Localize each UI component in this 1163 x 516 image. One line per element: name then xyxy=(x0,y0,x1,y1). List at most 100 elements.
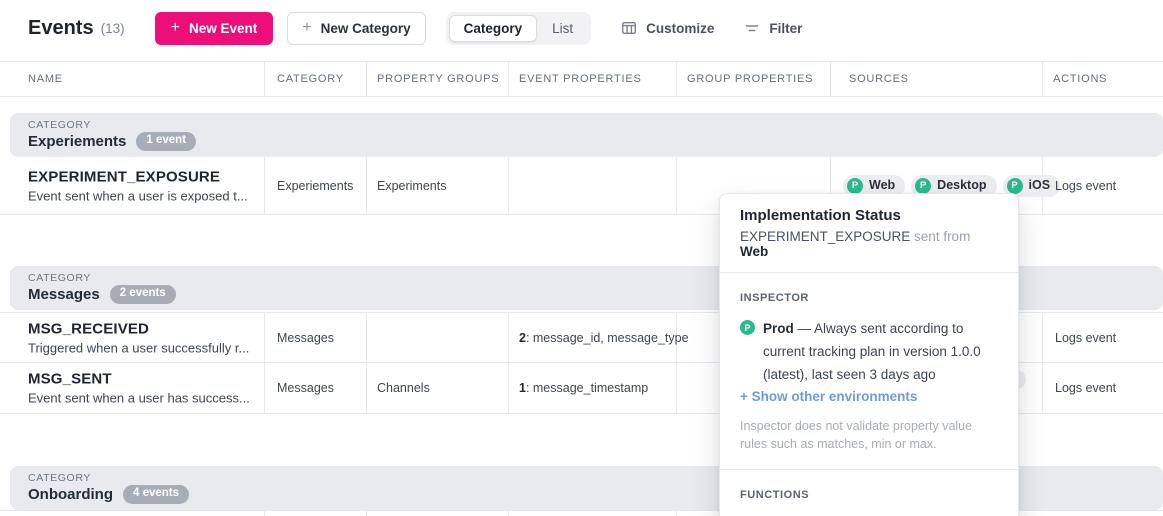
category-cell: Experiements xyxy=(277,179,353,193)
event-name-cell: MSG_RECEIVED Triggered when a user succe… xyxy=(28,320,249,355)
event-name-cell: EXPERIMENT_EXPOSURE Event sent when a us… xyxy=(28,168,248,203)
columns-icon xyxy=(621,20,637,36)
column-header-sources: SOURCES xyxy=(849,73,909,85)
plus-icon: + xyxy=(171,20,180,36)
inspector-section-label: INSPECTOR xyxy=(740,292,998,304)
new-event-label: New Event xyxy=(189,21,257,36)
inspector-status-item: P Prod — Always sent according to curren… xyxy=(740,317,998,386)
category-name: Experiements xyxy=(28,133,126,150)
filter-button[interactable]: Filter xyxy=(744,20,802,36)
event-properties-list: : message_id, message_type xyxy=(526,331,689,345)
category-name: Messages xyxy=(28,286,100,303)
column-divider xyxy=(264,511,265,516)
category-band-experiements: CATEGORY Experiements 1 event xyxy=(10,113,1163,157)
filter-icon xyxy=(744,20,760,36)
popover-subtitle-text: sent from xyxy=(910,229,970,244)
source-label: iOS xyxy=(1029,178,1051,193)
popover-title: Implementation Status xyxy=(740,207,998,224)
event-properties-list: : message_timestamp xyxy=(526,381,648,395)
event-description: Event sent when a user has success... xyxy=(28,391,250,406)
filter-label: Filter xyxy=(769,21,802,36)
column-divider xyxy=(676,157,677,214)
category-name: Onboarding xyxy=(28,486,113,503)
column-divider xyxy=(1042,62,1043,96)
column-divider xyxy=(676,363,677,413)
column-divider xyxy=(264,363,265,413)
column-header-name: NAME xyxy=(28,73,63,85)
events-page: Events (13) + New Event + New Category C… xyxy=(0,0,1163,516)
actions-cell: Logs event xyxy=(1055,381,1116,395)
column-header-group-properties: GROUP PROPERTIES xyxy=(687,73,813,85)
event-description: Triggered when a user successfully r... xyxy=(28,340,249,355)
implementation-status-popover: Implementation Status EXPERIMENT_EXPOSUR… xyxy=(719,193,1019,516)
events-count: (13) xyxy=(101,21,125,36)
column-divider xyxy=(508,62,509,96)
column-header-category: CATEGORY xyxy=(277,73,344,85)
event-name-cell: MSG_SENT Event sent when a user has succ… xyxy=(28,371,250,406)
show-other-environments-link[interactable]: + Show other environments xyxy=(740,389,998,404)
popover-source-name: Web xyxy=(740,244,768,259)
source-label: Web xyxy=(869,178,895,193)
property-groups-cell: Experiments xyxy=(377,179,446,193)
event-count-badge: 1 event xyxy=(136,132,196,151)
event-properties-count: 2 xyxy=(519,331,526,345)
functions-section: FUNCTIONS ? Dev — Not implemented with A… xyxy=(720,470,1018,516)
event-name: MSG_RECEIVED xyxy=(28,320,249,337)
popover-event-name: EXPERIMENT_EXPOSURE xyxy=(740,229,910,244)
tab-list-view[interactable]: List xyxy=(537,15,588,42)
tab-category-view[interactable]: Category xyxy=(449,15,538,42)
column-divider xyxy=(366,157,367,214)
source-label: Desktop xyxy=(937,178,986,193)
event-properties-count: 1 xyxy=(519,381,526,395)
event-properties-cell: 1: message_timestamp xyxy=(519,381,648,395)
plus-icon: + xyxy=(302,20,311,36)
column-divider xyxy=(508,511,509,516)
inspector-note: Inspector does not validate property val… xyxy=(740,417,998,453)
customize-button[interactable]: Customize xyxy=(621,20,714,36)
column-header-property-groups: PROPERTY GROUPS xyxy=(377,73,499,85)
new-category-label: New Category xyxy=(321,21,411,36)
column-divider xyxy=(830,62,831,96)
implementation-status-icon: P xyxy=(915,178,931,194)
event-name: MSG_SENT xyxy=(28,371,250,388)
column-divider xyxy=(264,313,265,362)
category-cell: Messages xyxy=(277,331,334,345)
view-toggle: Category List xyxy=(446,12,592,45)
column-divider xyxy=(676,511,677,516)
page-title: Events xyxy=(28,17,94,40)
actions-cell: Logs event xyxy=(1055,331,1116,345)
event-count-badge: 4 events xyxy=(123,485,189,504)
popover-header: Implementation Status EXPERIMENT_EXPOSUR… xyxy=(720,194,1018,272)
actions-cell: Logs event xyxy=(1055,179,1116,193)
functions-section-label: FUNCTIONS xyxy=(740,489,998,501)
environment-name: Prod xyxy=(763,321,794,336)
event-name: EXPERIMENT_EXPOSURE xyxy=(28,168,248,185)
implementation-status-icon: P xyxy=(847,178,863,194)
popover-subtitle: EXPERIMENT_EXPOSURE sent from Web xyxy=(740,229,998,259)
property-groups-cell: Channels xyxy=(377,381,430,395)
column-divider xyxy=(264,62,265,96)
column-divider xyxy=(508,363,509,413)
column-header-event-properties: EVENT PROPERTIES xyxy=(519,73,642,85)
column-header-actions: ACTIONS xyxy=(1053,73,1107,85)
column-divider xyxy=(366,363,367,413)
column-divider xyxy=(366,313,367,362)
column-divider xyxy=(1042,313,1043,362)
status-description: — Always sent according to current track… xyxy=(763,321,981,382)
column-divider xyxy=(366,62,367,96)
customize-label: Customize xyxy=(646,21,714,36)
category-cell: Messages xyxy=(277,381,334,395)
event-description: Event sent when a user is exposed t... xyxy=(28,188,248,203)
toolbar: Events (13) + New Event + New Category C… xyxy=(0,0,1163,56)
column-divider xyxy=(508,313,509,362)
implementation-status-icon: P xyxy=(740,320,755,335)
category-band-label: CATEGORY xyxy=(28,119,1163,131)
new-category-button[interactable]: + New Category xyxy=(287,12,425,45)
new-event-button[interactable]: + New Event xyxy=(155,12,274,45)
column-divider xyxy=(366,511,367,516)
event-properties-cell: 2: message_id, message_type xyxy=(519,331,689,345)
inspector-section: INSPECTOR P Prod — Always sent according… xyxy=(720,273,1018,469)
implementation-status-icon: P xyxy=(1007,178,1023,194)
table-header: NAME CATEGORY PROPERTY GROUPS EVENT PROP… xyxy=(0,61,1163,97)
column-divider xyxy=(508,157,509,214)
